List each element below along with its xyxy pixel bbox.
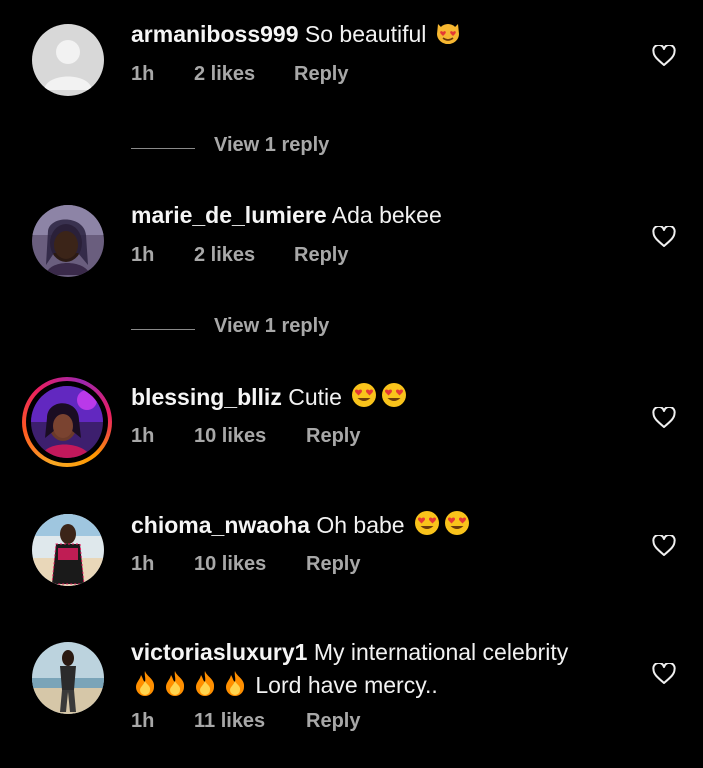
comment-likes[interactable]: 11 likes xyxy=(194,710,265,733)
comment-body: marie_de_lumiere Ada bekee xyxy=(131,200,442,230)
comment-body: chioma_nwaoha Oh babe xyxy=(131,509,471,540)
comment-username[interactable]: armaniboss999 xyxy=(131,21,298,47)
heart-outline-icon[interactable] xyxy=(652,224,676,248)
comment-text: My international celebrity xyxy=(313,639,569,665)
comment-username[interactable]: marie_de_lumiere xyxy=(131,202,327,228)
reply-button[interactable]: Reply xyxy=(306,425,360,448)
fire-icon xyxy=(221,669,249,697)
avatar[interactable] xyxy=(32,24,104,96)
comment-body: blessing_blliz Cutie xyxy=(131,381,408,412)
heart-eyes-cat-icon xyxy=(435,20,461,46)
avatar[interactable] xyxy=(32,205,104,277)
reply-button[interactable]: Reply xyxy=(306,710,360,733)
avatar[interactable] xyxy=(32,642,104,714)
fire-icon xyxy=(191,669,219,697)
comment-body-line2: Lord have mercy.. xyxy=(131,669,438,700)
view-replies-label: View 1 reply xyxy=(214,134,330,156)
reply-button[interactable]: Reply xyxy=(306,553,360,576)
comment-text: Cutie xyxy=(288,384,342,410)
story-ring[interactable] xyxy=(22,377,112,467)
comment-text-line2: Lord have mercy.. xyxy=(255,672,438,698)
fire-icon xyxy=(161,669,189,697)
comment-time: 1h xyxy=(131,244,155,266)
comment-likes[interactable]: 2 likes xyxy=(194,244,255,267)
heart-eyes-icon xyxy=(380,381,408,409)
divider-line xyxy=(131,148,195,149)
comment-likes[interactable]: 10 likes xyxy=(194,425,266,448)
comment-time: 1h xyxy=(131,553,155,575)
view-replies-label: View 1 reply xyxy=(214,315,330,337)
heart-outline-icon[interactable] xyxy=(652,661,676,685)
comment-username[interactable]: blessing_blliz xyxy=(131,384,282,410)
heart-eyes-icon xyxy=(413,509,441,537)
comment-text: Oh babe xyxy=(316,512,405,538)
reply-button[interactable]: Reply xyxy=(294,244,348,267)
comment-time: 1h xyxy=(131,63,155,85)
comment-body: armaniboss999 So beautiful xyxy=(131,19,461,49)
comment-text: Ada bekee xyxy=(331,202,442,228)
heart-outline-icon[interactable] xyxy=(652,43,676,67)
comment-time: 1h xyxy=(131,425,155,447)
heart-outline-icon[interactable] xyxy=(652,405,676,429)
avatar[interactable] xyxy=(32,514,104,586)
comment-time: 1h xyxy=(131,710,155,732)
heart-eyes-icon xyxy=(350,381,378,409)
comment-body: victoriasluxury1 My international celebr… xyxy=(131,637,568,667)
avatar[interactable] xyxy=(31,386,103,458)
comment-likes[interactable]: 2 likes xyxy=(194,63,255,86)
heart-eyes-icon xyxy=(443,509,471,537)
comment-text: So beautiful xyxy=(304,21,427,47)
heart-outline-icon[interactable] xyxy=(652,533,676,557)
comment-username[interactable]: victoriasluxury1 xyxy=(131,639,307,665)
comment-username[interactable]: chioma_nwaoha xyxy=(131,512,310,538)
comment-likes[interactable]: 10 likes xyxy=(194,553,266,576)
divider-line xyxy=(131,329,195,330)
reply-button[interactable]: Reply xyxy=(294,63,348,86)
fire-icon xyxy=(131,669,159,697)
